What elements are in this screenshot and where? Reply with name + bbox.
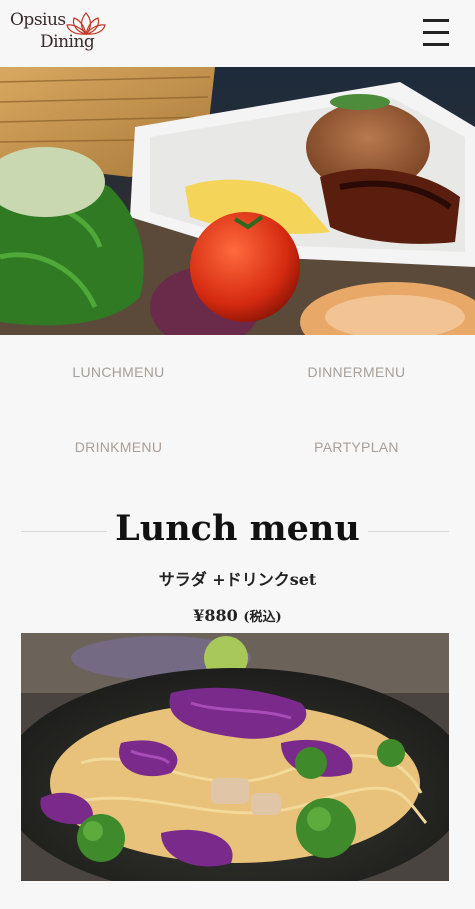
hamburger-menu-button[interactable]	[423, 17, 451, 49]
price-tax-note: (税込)	[243, 610, 282, 625]
hamburger-bar	[423, 31, 449, 34]
nav-link-drinkmenu[interactable]: DRINKMENU	[0, 410, 237, 484]
lunch-menu-title: Lunch menu	[0, 508, 475, 549]
logo-text-line2: Dining	[40, 32, 95, 52]
hamburger-bar	[423, 43, 449, 46]
lunch-dish-image	[21, 633, 449, 881]
site-header: Opsius Dining	[0, 0, 475, 67]
hero-image	[0, 67, 475, 335]
nav-link-partyplan[interactable]: PARTYPLAN	[238, 410, 475, 484]
site-logo[interactable]: Opsius Dining	[8, 8, 106, 56]
logo-text-line1: Opsius	[10, 10, 66, 30]
price-value: ¥880	[193, 606, 238, 625]
hamburger-bar	[423, 19, 449, 22]
fried-rice-plate-photo	[0, 67, 475, 335]
pad-thai-photo	[21, 633, 449, 881]
lunch-price: ¥880 (税込)	[0, 606, 475, 625]
nav-link-lunchmenu[interactable]: LUNCHMENU	[0, 335, 237, 409]
nav-link-dinnermenu[interactable]: DINNERMENU	[238, 335, 475, 409]
lunch-set-subtitle: サラダ +ドリンクset	[158, 570, 317, 589]
menu-navigation: LUNCHMENU DINNERMENU DRINKMENU PARTYPLAN	[0, 335, 475, 485]
lunch-menu-title-text: Lunch menu	[107, 508, 368, 549]
